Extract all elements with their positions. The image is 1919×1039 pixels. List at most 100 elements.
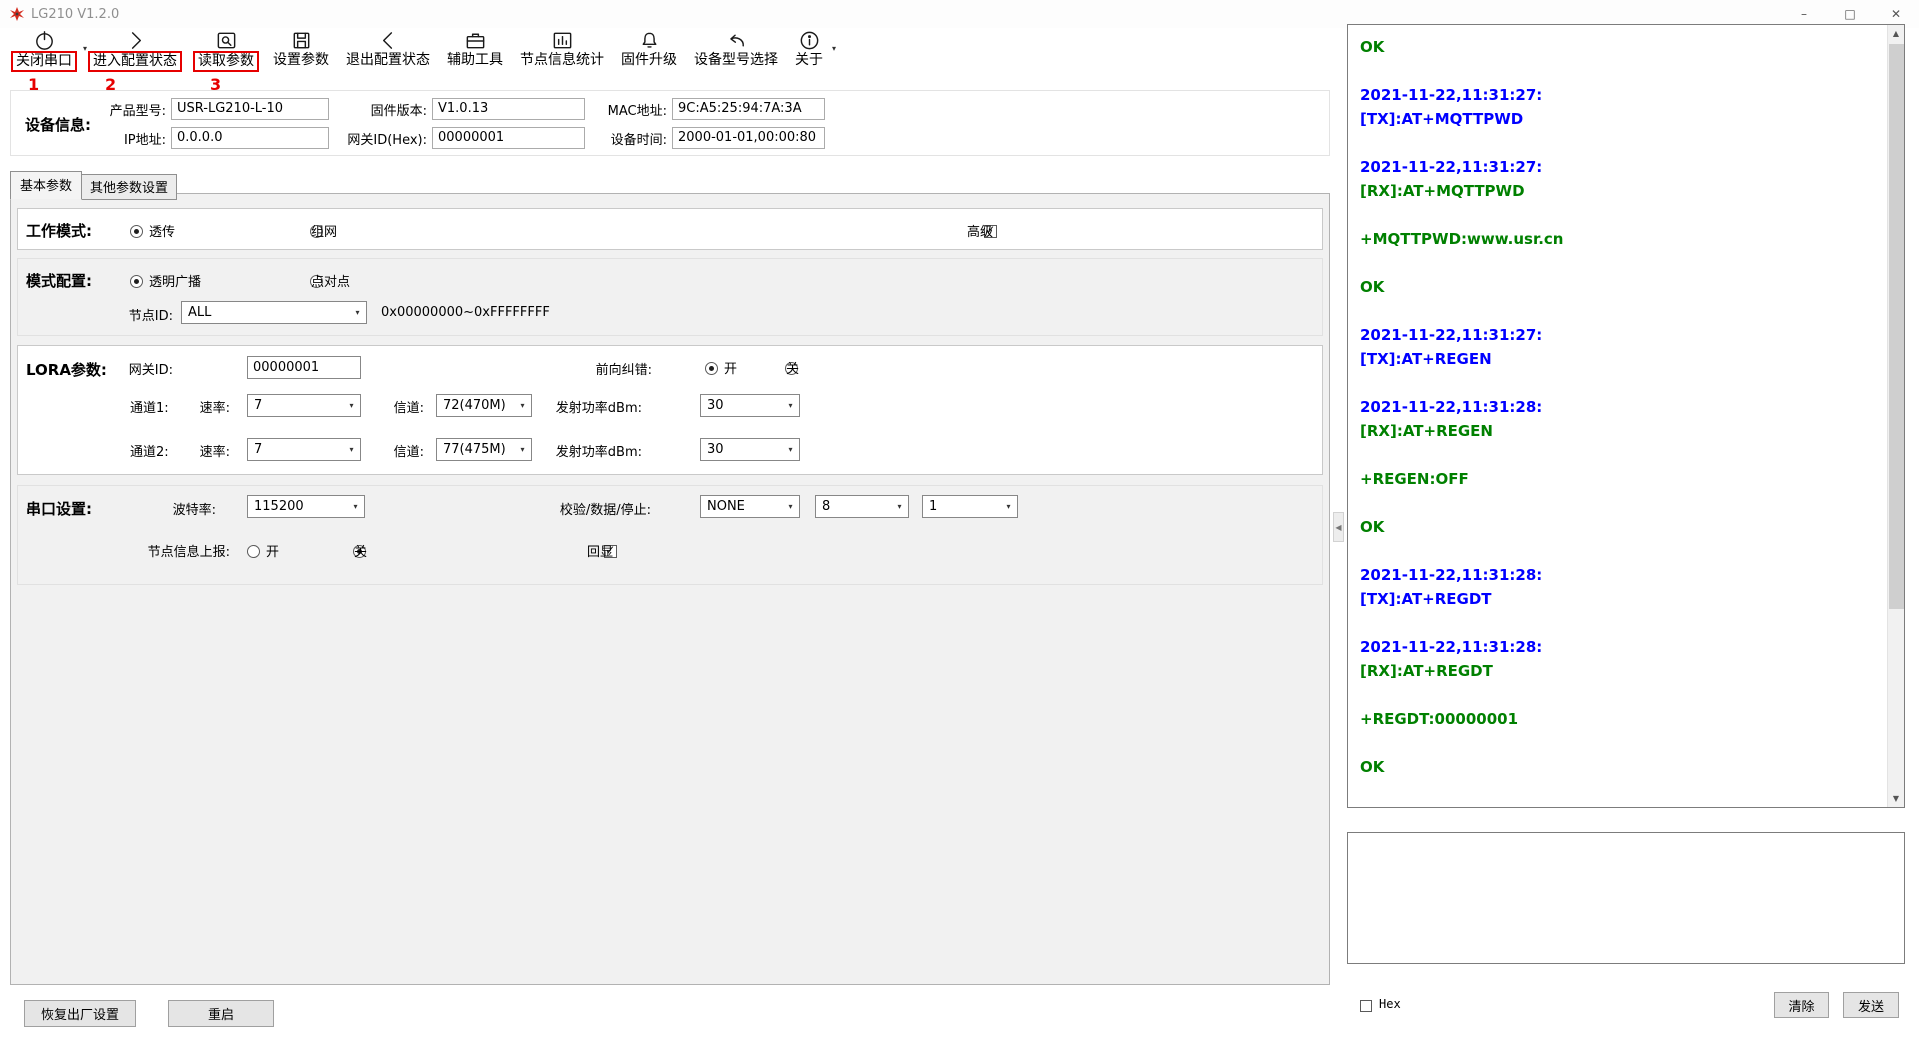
log-scrollbar[interactable]: ▲ ▼ [1887, 25, 1904, 807]
radio-transparent-label: 透传 [149, 221, 175, 240]
send-input-area[interactable] [1347, 832, 1905, 964]
factory-reset-button[interactable]: 恢复出厂设置 [24, 1000, 136, 1027]
channel2-chan-dropdown[interactable]: 77(475M) ▾ [436, 438, 532, 461]
tab-other-params[interactable]: 其他参数设置 [81, 174, 177, 200]
channel2-rate-dropdown[interactable]: 7 ▾ [247, 438, 361, 461]
log-line: OK [1360, 515, 1880, 539]
radio-broadcast-label: 透明广播 [149, 271, 201, 290]
combo-caret-icon: ▾ [782, 401, 799, 410]
channel2-rate-label: 速率: [170, 441, 230, 460]
toolbar-item-exit-config[interactable]: 退出配置状态 [342, 28, 434, 70]
device-info-panel: 设备信息: 产品型号: USR-LG210-L-10 固件版本: V1.0.13… [10, 90, 1330, 156]
radio-p2p-label: 点对点 [311, 271, 350, 290]
panel-splitter-handle[interactable]: ◀ [1333, 512, 1344, 542]
toolbar-item-model-select[interactable]: 设备型号选择 [690, 28, 782, 70]
tab-basic-params[interactable]: 基本参数 [10, 171, 82, 200]
toolbar-label-firmware-upgrade: 固件升级 [621, 52, 677, 69]
toolbar-item-node-stats[interactable]: 节点信息统计 [516, 28, 608, 70]
log-line [1360, 731, 1880, 755]
device-time-label: 设备时间: [585, 129, 672, 148]
window-title: LG210 V1.2.0 [31, 7, 119, 22]
log-line: +REGDT:00000001 [1360, 707, 1880, 731]
mac-address-value[interactable]: 9C:A5:25:94:7A:3A [672, 98, 825, 120]
log-line [1360, 371, 1880, 395]
log-line [1360, 299, 1880, 323]
stop-bits-dropdown[interactable]: 1 ▾ [922, 495, 1018, 518]
log-line [1360, 683, 1880, 707]
hex-checkbox[interactable] [1360, 1000, 1372, 1012]
gateway-id-hex-value[interactable]: 00000001 [432, 127, 585, 149]
log-line: 2021-11-22,11:31:28: [1360, 395, 1880, 419]
channel2-power-dropdown[interactable]: 30 ▾ [700, 438, 800, 461]
gateway-id-label: 网关ID: [83, 359, 173, 378]
gateway-id-hex-label: 网关ID(Hex): [329, 129, 432, 148]
data-bits-dropdown[interactable]: 8 ▾ [815, 495, 909, 518]
channel2-power-label: 发射功率dBm: [522, 441, 642, 460]
serial-settings-title: 串口设置: [26, 498, 92, 519]
toolbar-item-set-params[interactable]: 设置参数 [269, 28, 333, 70]
channel1-rate-dropdown[interactable]: 7 ▾ [247, 394, 361, 417]
toolbar-label-set-params: 设置参数 [273, 52, 329, 69]
node-id-hint: 0x00000000~0xFFFFFFFF [381, 305, 550, 320]
toolbar-item-firmware-upgrade[interactable]: 固件升级 [617, 28, 681, 70]
log-line [1360, 539, 1880, 563]
send-button[interactable]: 发送 [1843, 992, 1899, 1018]
fec-label: 前向纠错: [562, 359, 652, 378]
combo-caret-icon: ▾ [349, 308, 366, 317]
scrollbar-thumb[interactable] [1889, 44, 1904, 609]
log-line: [RX]:AT+REGDT [1360, 659, 1880, 683]
toolbar-item-read-params[interactable]: 读取参数 3 [192, 28, 260, 72]
log-line: 2021-11-22,11:31:27: [1360, 155, 1880, 179]
channel1-chan-dropdown[interactable]: 72(470M) ▾ [436, 394, 532, 417]
mac-address-label: MAC地址: [585, 100, 672, 119]
product-model-value[interactable]: USR-LG210-L-10 [171, 98, 329, 120]
combo-caret-icon: ▾ [891, 502, 908, 511]
combo-caret-icon: ▾ [343, 445, 360, 454]
chevron-right-icon [124, 29, 147, 52]
node-id-label: 节点ID: [83, 305, 173, 324]
log-line: [RX]:AT+REGEN [1360, 419, 1880, 443]
tab-strip: 基本参数 其他参数设置 [10, 171, 176, 200]
channel1-chan-label: 信道: [364, 397, 424, 416]
echo-checkbox-label: 回显 [587, 541, 613, 560]
clear-button[interactable]: 清除 [1774, 992, 1829, 1018]
node-id-dropdown[interactable]: ALL ▾ [181, 301, 367, 324]
dropdown-caret-icon[interactable]: ▾ [832, 44, 836, 53]
radio-report-on[interactable] [247, 545, 260, 558]
channel1-power-dropdown[interactable]: 30 ▾ [700, 394, 800, 417]
log-line [1360, 203, 1880, 227]
radio-broadcast[interactable] [130, 275, 143, 288]
baud-rate-label: 波特率: [126, 499, 216, 518]
radio-fec-on[interactable] [705, 362, 718, 375]
toolbar-item-aux-tools[interactable]: 辅助工具 [443, 28, 507, 70]
radio-report-off-label: 关 [354, 541, 367, 560]
combo-caret-icon: ▾ [782, 445, 799, 454]
device-time-value[interactable]: 2000-01-01,00:00:80 [672, 127, 825, 149]
toolbar-label-aux-tools: 辅助工具 [447, 52, 503, 69]
firmware-version-label: 固件版本: [329, 100, 432, 119]
log-line [1360, 611, 1880, 635]
firmware-version-value[interactable]: V1.0.13 [432, 98, 585, 120]
channel1-label: 通道1: [130, 397, 169, 416]
hex-checkbox-label: Hex [1379, 997, 1401, 1011]
gateway-id-input[interactable] [247, 356, 361, 379]
device-info-grid: 产品型号: USR-LG210-L-10 固件版本: V1.0.13 MAC地址… [11, 98, 825, 149]
toolbar-item-about[interactable]: 关于 ▾ [791, 28, 827, 70]
channel1-power-label: 发射功率dBm: [522, 397, 642, 416]
parity-dropdown[interactable]: NONE ▾ [700, 495, 800, 518]
product-model-label: 产品型号: [11, 100, 171, 119]
work-mode-title: 工作模式: [26, 220, 92, 241]
radio-transparent[interactable] [130, 225, 143, 238]
scroll-up-icon[interactable]: ▲ [1888, 25, 1904, 42]
toolbar-item-close-serial[interactable]: 关闭串口 1 ▾ [10, 28, 78, 72]
scroll-down-icon[interactable]: ▼ [1888, 790, 1904, 807]
log-line: OK [1360, 275, 1880, 299]
combo-caret-icon: ▾ [1000, 502, 1017, 511]
log-output[interactable]: OK 2021-11-22,11:31:27: [TX]:AT+MQTTPWD 2… [1360, 35, 1880, 801]
log-line: [TX]:AT+MQTTPWD [1360, 107, 1880, 131]
ip-address-value[interactable]: 0.0.0.0 [171, 127, 329, 149]
baud-rate-dropdown[interactable]: 115200 ▾ [247, 495, 365, 518]
undo-arrow-icon [725, 29, 748, 52]
reboot-button[interactable]: 重启 [168, 1000, 274, 1027]
toolbar-item-enter-config[interactable]: 进入配置状态 2 [87, 28, 183, 72]
